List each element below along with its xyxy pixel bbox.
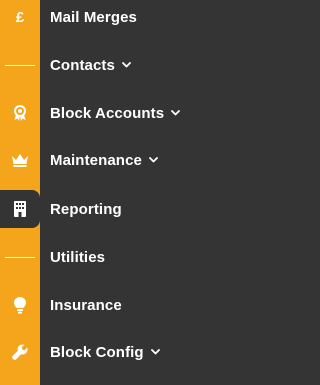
nav-item-label: Insurance	[50, 296, 122, 314]
nav-item-label: Maintenance	[50, 151, 142, 169]
nav-item-label: Block Accounts	[50, 104, 165, 122]
nav-item-utilities[interactable]: Utilities	[0, 233, 246, 281]
nav-item-label: Contacts	[50, 56, 115, 74]
divider-line	[0, 41, 40, 89]
building-icon	[0, 190, 40, 228]
chevron-down-icon	[171, 110, 181, 116]
nav-item-label: Block Config	[50, 343, 144, 361]
nav-item-reporting[interactable]: Reporting	[0, 185, 246, 233]
nav-item-maintenance[interactable]: Maintenance	[0, 136, 246, 184]
award-badge-icon	[0, 89, 40, 137]
chevron-down-icon	[122, 62, 131, 68]
nav-item-block-config[interactable]: Block Config	[0, 328, 246, 376]
pound-sterling-icon: £	[15, 8, 25, 26]
sidebar-nav: £ Mail Merges Contacts Block Accounts Ma…	[0, 0, 246, 385]
chevron-down-icon	[149, 157, 158, 163]
nav-item-label: Reporting	[50, 200, 122, 218]
nav-item-label: Mail Merges	[50, 8, 137, 26]
nav-item-label: Utilities	[50, 248, 106, 266]
lightbulb-icon	[0, 281, 40, 329]
nav-item-block-accounts[interactable]: Block Accounts	[0, 89, 246, 137]
wrench-icon	[0, 328, 40, 376]
chevron-down-icon	[150, 349, 160, 355]
nav-item-mail-merges[interactable]: £ Mail Merges	[0, 0, 246, 41]
nav-item-contacts[interactable]: Contacts	[0, 41, 246, 89]
crown-icon	[0, 136, 40, 184]
divider-line	[0, 233, 40, 281]
nav-item-insurance[interactable]: Insurance	[0, 281, 246, 329]
